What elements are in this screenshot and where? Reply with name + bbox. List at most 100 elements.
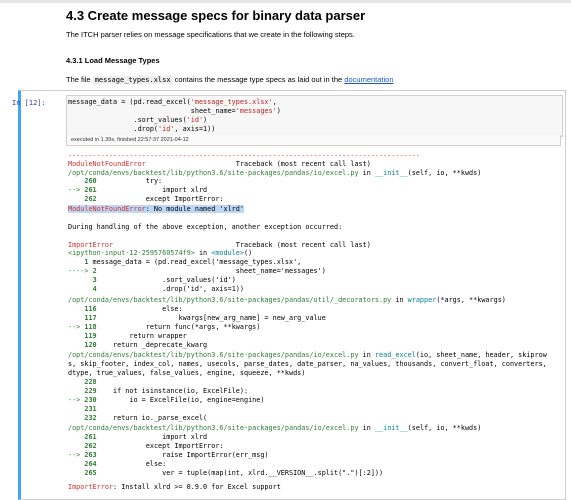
traceback-file-3: /opt/conda/envs/backtest/lib/python3.6/s… <box>68 351 547 359</box>
source-code: return wrapper <box>96 332 187 340</box>
arrow-marker <box>68 258 84 266</box>
documentation-link[interactable]: documentation <box>344 75 393 84</box>
traceback-code-line: 231 <box>68 405 97 414</box>
source-code: else: <box>96 305 183 313</box>
final-error-line: ImportError: Install xlrd >= 0.9.0 for E… <box>68 483 281 491</box>
input-prompt: In [12]: <box>12 99 46 107</box>
code-line-3: .sort_values('id') <box>68 116 208 124</box>
source-code: message_data = (pd.read_excel('message_t… <box>88 258 302 266</box>
traceback-code-line: 117 kwargs[new_arg_name] = new_arg_value <box>68 314 326 323</box>
source-code: return func(*args, **kwargs) <box>96 323 261 331</box>
arrow-marker <box>68 332 84 340</box>
arrow-marker <box>68 341 84 349</box>
traceback-code-line: 260 try: <box>68 177 162 186</box>
source-code: .sort_values('id') <box>96 276 236 284</box>
traceback-code-line: 262 except ImportError: <box>68 442 224 451</box>
line-number: 261 <box>84 186 97 194</box>
source-code: return _deprecate_kwarg <box>96 341 208 349</box>
traceback-code-line: 232 return io._parse_excel( <box>68 414 207 423</box>
traceback-file-3-args-2: s, skip_footer, index_col, names, usecol… <box>68 360 547 368</box>
traceback-code-line: 120 return _deprecate_kwarg <box>68 341 207 350</box>
arrow-marker <box>68 460 84 468</box>
traceback-code-line: 1 message_data = (pd.read_excel('message… <box>68 258 301 267</box>
arrow-marker <box>68 314 84 322</box>
intro-paragraph: The ITCH parser relies on message specif… <box>66 30 355 39</box>
top-border <box>0 0 571 3</box>
arrow-marker: --> <box>68 323 85 331</box>
line-number: 118 <box>84 323 97 331</box>
traceback-file-2: /opt/conda/envs/backtest/lib/python3.6/s… <box>68 296 506 304</box>
arrow-marker <box>68 387 84 395</box>
arrow-marker: --> <box>68 451 85 459</box>
during-handling-text: During handling of the above exception, … <box>68 223 343 231</box>
error-message-line: ModuleNotFoundError: No module named 'xl… <box>68 205 244 213</box>
traceback-code-line: --> 118 return func(*args, **kwargs) <box>68 323 260 332</box>
traceback-code-line: --> 230 io = ExcelFile(io, engine=engine… <box>68 396 264 405</box>
source-code: ver = tuple(map(int, xlrd.__VERSION__.sp… <box>96 469 384 477</box>
arrow-marker <box>68 378 84 386</box>
traceback-header-1: ModuleNotFoundError Traceback (most rece… <box>68 160 371 168</box>
source-code: if not isinstance(io, ExcelFile): <box>96 387 249 395</box>
line-number: 120 <box>84 341 97 349</box>
arrow-marker: --> <box>68 186 85 194</box>
source-code: kwargs[new_arg_name] = new_arg_value <box>96 314 326 322</box>
arrow-marker <box>68 276 93 284</box>
source-code: import xlrd <box>96 186 208 194</box>
arrow-marker: ----> <box>68 267 93 275</box>
arrow-marker <box>68 433 84 441</box>
line-number: 228 <box>84 378 97 386</box>
traceback-code-line: 264 else: <box>68 460 166 469</box>
traceback-file-3-args-3: dtype, true_values, false_values, engine… <box>68 369 306 377</box>
arrow-marker <box>68 305 84 313</box>
source-code: else: <box>96 460 167 468</box>
execution-info: executed in 1.39s, finished 22:57:37 202… <box>66 135 561 146</box>
source-code: except ImportError: <box>96 195 224 203</box>
line-number: 262 <box>84 195 97 203</box>
traceback-code-line: 119 return wrapper <box>68 332 187 341</box>
arrow-marker <box>68 285 93 293</box>
desc-text-1: The file <box>66 75 93 84</box>
line-number: 261 <box>84 433 97 441</box>
file-name-code: message_types.xlsx <box>92 76 173 84</box>
arrow-marker <box>68 414 84 422</box>
code-line-4: .drop('id', axis=1)) <box>68 125 216 133</box>
traceback-code-line: 228 <box>68 378 97 387</box>
subsection-heading: 4.3.1 Load Message Types <box>66 56 160 65</box>
traceback-code-line: 3 .sort_values('id') <box>68 276 236 285</box>
section-heading: 4.3 Create message specs for binary data… <box>66 8 366 23</box>
source-code: .drop('id', axis=1)) <box>96 285 244 293</box>
source-code: io = ExcelFile(io, engine=engine) <box>96 396 265 404</box>
traceback-code-line: --> 263 raise ImportError(err_msg) <box>68 451 269 460</box>
arrow-marker <box>68 195 84 203</box>
line-number: 230 <box>84 396 97 404</box>
line-number: 264 <box>84 460 97 468</box>
line-number: 263 <box>84 451 97 459</box>
line-number: 116 <box>84 305 97 313</box>
source-code: sheet_name='messages') <box>96 267 326 275</box>
line-number: 265 <box>84 469 97 477</box>
arrow-marker <box>68 405 84 413</box>
description-paragraph: The file message_types.xlsx contains the… <box>66 75 394 84</box>
desc-text-2: contains the message type specs as laid … <box>172 75 345 84</box>
source-code: except ImportError: <box>96 442 224 450</box>
arrow-marker <box>68 469 84 477</box>
traceback-code-line: 4 .drop('id', axis=1)) <box>68 285 244 294</box>
traceback-file-4: /opt/conda/envs/backtest/lib/python3.6/s… <box>68 424 482 432</box>
source-code: return io._parse_excel( <box>96 414 208 422</box>
line-number: 119 <box>84 332 97 340</box>
source-code: import xlrd <box>96 433 208 441</box>
traceback-code-line: 229 if not isinstance(io, ExcelFile): <box>68 387 248 396</box>
arrow-marker <box>68 442 84 450</box>
traceback-code-line: --> 261 import xlrd <box>68 186 207 195</box>
line-number: 260 <box>84 177 97 185</box>
source-code: raise ImportError(err_msg) <box>96 451 269 459</box>
line-number: 232 <box>84 414 97 422</box>
traceback-code-line: ----> 2 sheet_name='messages') <box>68 267 326 276</box>
code-line-1: message_data = (pd.read_excel('message_t… <box>68 98 277 106</box>
code-line-2: sheet_name='messages') <box>68 107 281 115</box>
line-number: 231 <box>84 405 97 413</box>
traceback-code-line: 265 ver = tuple(map(int, xlrd.__VERSION_… <box>68 469 383 478</box>
line-number: 229 <box>84 387 97 395</box>
line-number: 262 <box>84 442 97 450</box>
traceback-ipython-line: <ipython-input-12-2595760574f9> in <modu… <box>68 249 253 257</box>
